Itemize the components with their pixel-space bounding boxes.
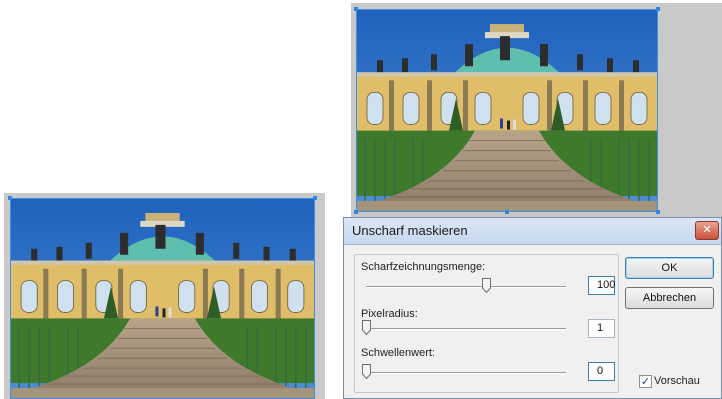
threshold-label: Schwellenwert:	[361, 347, 435, 359]
amount-value-input[interactable]: 100	[588, 276, 615, 295]
radius-label: Pixelradius:	[361, 308, 418, 320]
dialog-title: Unscharf maskieren	[352, 223, 468, 238]
left-photo-handle-tl[interactable]	[8, 196, 12, 200]
amount-label: Scharfzeichnungsmenge:	[361, 261, 486, 273]
settings-group: Scharfzeichnungsmenge: 100 Pixelradius: …	[354, 254, 619, 393]
threshold-slider-thumb[interactable]	[362, 364, 371, 379]
top-photo-handle-tl[interactable]	[354, 7, 358, 11]
close-icon: ✕	[702, 223, 712, 236]
top-photo-handle-bl[interactable]	[354, 210, 358, 214]
threshold-slider-track[interactable]	[366, 372, 566, 374]
cancel-button[interactable]: Abbrechen	[625, 287, 714, 309]
unsharp-mask-dialog: Unscharf maskieren ✕ Scharfzeichnungsmen…	[343, 217, 722, 399]
preview-checkbox[interactable]: ✓	[639, 375, 652, 388]
top-photo-handle-br[interactable]	[656, 210, 660, 214]
threshold-value-input[interactable]: 0	[588, 362, 615, 381]
radius-slider-track[interactable]	[366, 328, 566, 330]
left-photo-handle-tr[interactable]	[313, 196, 317, 200]
top-photo-handle-bm[interactable]	[505, 210, 509, 214]
radius-slider-thumb[interactable]	[362, 320, 371, 335]
radius-value-input[interactable]: 1	[588, 319, 615, 338]
close-button[interactable]: ✕	[695, 221, 719, 240]
dialog-titlebar[interactable]: Unscharf maskieren ✕	[344, 218, 721, 245]
top-photo-handle-tr[interactable]	[656, 7, 660, 11]
ok-button[interactable]: OK	[625, 257, 714, 279]
top-photo	[356, 9, 658, 212]
amount-slider-thumb[interactable]	[482, 278, 491, 293]
preview-label: Vorschau	[654, 375, 700, 387]
left-photo	[10, 198, 315, 399]
amount-slider-track[interactable]	[366, 286, 566, 288]
checkmark-icon: ✓	[640, 375, 651, 388]
